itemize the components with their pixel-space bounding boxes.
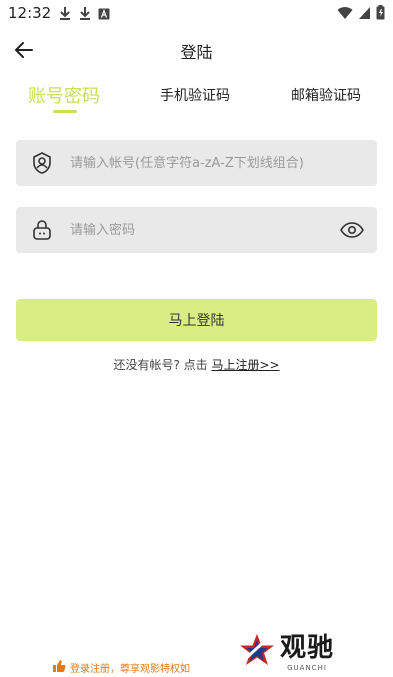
tab-account-password[interactable]: 账号密码 [28,82,100,108]
tab-email-code[interactable]: 邮箱验证码 [291,85,361,105]
eye-icon [340,222,364,238]
tab-label: 手机验证码 [160,88,230,104]
password-input[interactable] [70,207,340,253]
download-icon [58,5,72,24]
logo-text-block: 观驰 GUANCHI [280,634,334,672]
battery-icon [376,5,385,24]
signal-icon [358,5,371,24]
tab-label: 账号密码 [28,86,100,107]
footer-promo-text: 登录注册，尊享观影特权如 [70,664,190,675]
status-time: 12:32 [8,4,52,22]
font-icon [98,5,110,24]
status-icons-right [337,5,385,24]
tab-label: 邮箱验证码 [291,88,361,104]
password-field [16,207,377,253]
login-button[interactable]: 马上登陆 [16,299,377,341]
lock-icon [30,218,54,242]
status-bar: 12:32 [0,0,393,26]
star-logo-icon [238,632,276,674]
register-row: 还没有帐号? 点击 马上注册>> [0,356,393,373]
account-input[interactable] [70,140,340,186]
account-field [16,140,377,186]
footer-promo: 登录注册，尊享观影特权如 [52,658,190,677]
download-icon [78,5,92,24]
register-prompt: 还没有帐号? 点击 [113,358,212,372]
login-method-tabs: 账号密码 手机验证码 邮箱验证码 [0,78,393,118]
logo-subtext: GUANCHI [287,664,327,672]
header: 登陆 [0,30,393,70]
toggle-password-visibility[interactable] [339,218,365,242]
status-icons-left [58,5,110,24]
app-logo: 观驰 GUANCHI [238,632,334,674]
active-tab-indicator [53,110,77,113]
thumbs-up-icon [52,658,66,677]
register-link[interactable]: 马上注册>> [211,358,279,372]
logo-text: 观驰 [280,633,335,663]
wifi-icon [337,5,353,24]
tab-phone-code[interactable]: 手机验证码 [160,85,230,105]
page-title: 登陆 [180,43,213,62]
user-shield-icon [30,151,54,175]
